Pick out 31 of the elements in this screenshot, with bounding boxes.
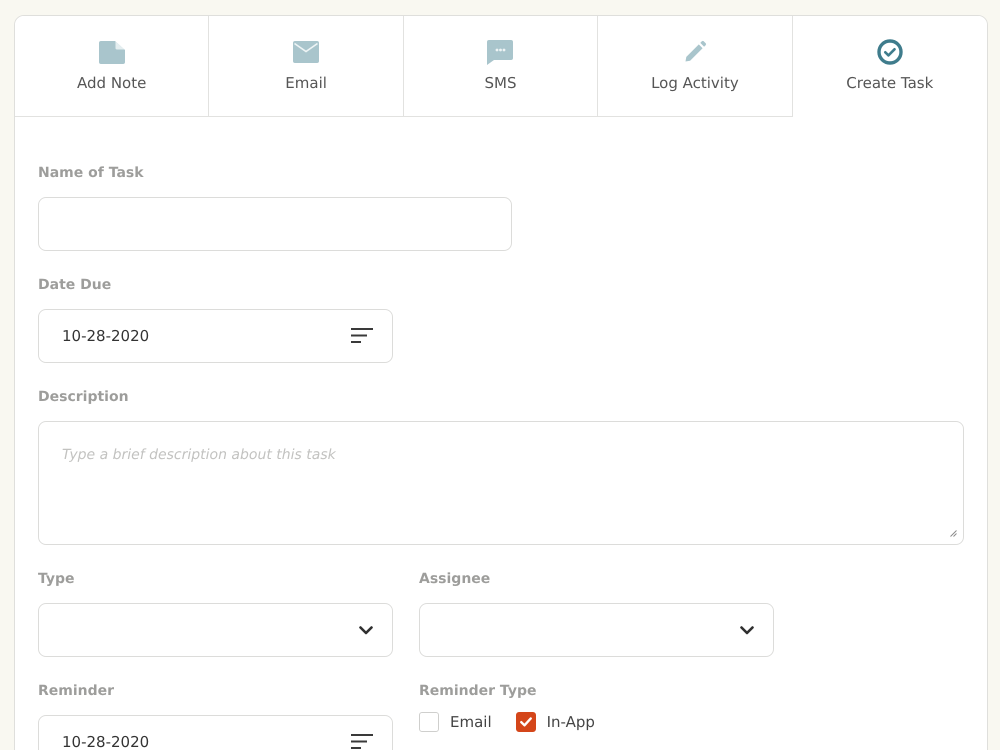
- text-area-field[interactable]: Type a brief description about this task: [38, 421, 964, 545]
- envelope-icon: [293, 41, 320, 63]
- tab[interactable]: Email: [209, 16, 404, 117]
- note-icon: [98, 40, 125, 64]
- field-label: Assignee: [419, 570, 490, 589]
- chevron-down-icon: [740, 626, 754, 634]
- field-label: Reminder: [38, 682, 114, 701]
- check-icon: [520, 717, 532, 727]
- field-label: Type: [38, 570, 75, 589]
- pencil-icon: [682, 40, 707, 64]
- checkbox[interactable]: [516, 712, 536, 732]
- tab[interactable]: Log Activity: [598, 16, 793, 117]
- checkbox-label: In-App: [546, 712, 595, 732]
- tab[interactable]: Add Note: [15, 16, 210, 117]
- field-label: Name of Task: [38, 164, 144, 183]
- field-label: Description: [38, 388, 129, 407]
- date-field[interactable]: 10-28-2020: [38, 309, 393, 363]
- dropdown-field[interactable]: [38, 603, 393, 657]
- date-field[interactable]: 10-28-2020: [38, 715, 393, 750]
- checkbox-label: Email: [450, 712, 492, 732]
- chevron-down-icon: [359, 626, 373, 634]
- lines-icon: [351, 734, 373, 749]
- field-label: Date Due: [38, 276, 112, 295]
- field-label: Reminder Type: [419, 682, 536, 701]
- dropdown-field[interactable]: [419, 603, 774, 657]
- tab[interactable]: SMS: [404, 16, 598, 117]
- chat-bubble-icon: [487, 40, 514, 64]
- check-circle-icon: [876, 39, 903, 65]
- input-field[interactable]: [38, 197, 512, 251]
- lines-icon: [351, 328, 373, 343]
- resize-grip-icon: [950, 530, 957, 537]
